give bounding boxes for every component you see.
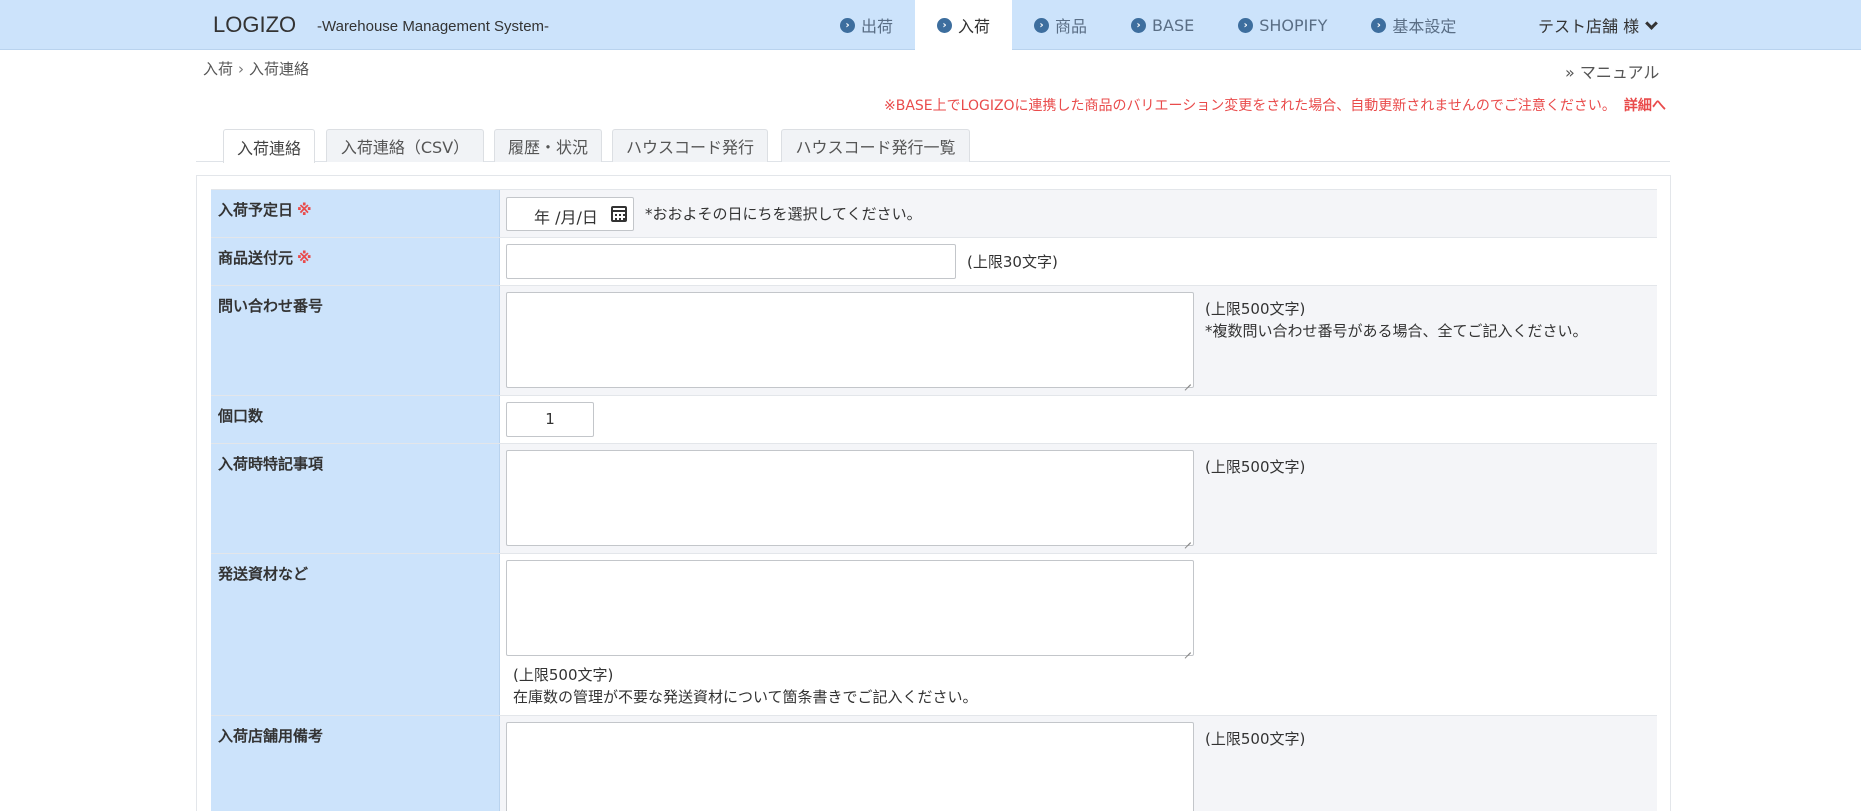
sender-label: 商品送付元 ※ xyxy=(211,238,500,285)
nav-item-label: SHOPIFY xyxy=(1259,15,1328,35)
tracking-textarea[interactable] xyxy=(506,292,1194,388)
nav-item-label: BASE xyxy=(1152,15,1195,35)
shipping-materials-cell: (上限500文字) 在庫数の管理が不要な発送資材について箇条書きでご記入ください… xyxy=(500,554,1657,715)
tracking-hint-limit: (上限500文字) xyxy=(1205,300,1306,318)
store-notes-cell: (上限500文字) xyxy=(500,716,1657,811)
base-notice: ※BASE上でLOGIZOに連携した商品のバリエーション変更をされた場合、自動更… xyxy=(884,95,1666,115)
app-logo[interactable]: LOGIZO xyxy=(213,12,296,38)
main-nav: › 出荷 › 入荷 › 商品 › BASE › SHOPIFY › 基本設定 xyxy=(818,0,1478,50)
notice-detail-link[interactable]: 詳細へ xyxy=(1624,98,1666,114)
resize-handle-icon[interactable] xyxy=(1183,807,1191,811)
arrival-date-input[interactable]: 年 /月/日 xyxy=(506,197,634,231)
tab-arrival-csv[interactable]: 入荷連絡（CSV） xyxy=(326,129,484,162)
app-subtitle: -Warehouse Management System- xyxy=(317,18,550,35)
store-notes-hint: (上限500文字) xyxy=(1205,730,1306,748)
form-row-tracking: 問い合わせ番号 (上限500文字) *複数問い合わせ番号がある場合、全てご記入く… xyxy=(211,286,1657,396)
breadcrumb-arrival[interactable]: 入荷 xyxy=(203,60,233,78)
nav-item-label: 基本設定 xyxy=(1392,17,1457,36)
tab-history-status[interactable]: 履歴・状況 xyxy=(494,129,602,162)
nav-item-label: 商品 xyxy=(1055,17,1088,36)
arrival-date-label: 入荷予定日 ※ xyxy=(211,190,500,237)
tracking-label: 問い合わせ番号 xyxy=(211,286,500,395)
notice-text: ※BASE上でLOGIZOに連携した商品のバリエーション変更をされた場合、自動更… xyxy=(884,98,1616,114)
form-row-store-notes: 入荷店舗用備考 (上限500文字) xyxy=(211,716,1657,811)
chevron-right-circle-icon: › xyxy=(937,17,953,33)
arrival-notes-textarea[interactable] xyxy=(506,450,1194,546)
shipping-materials-textarea[interactable] xyxy=(506,560,1194,656)
breadcrumb-separator-icon: › xyxy=(238,60,245,78)
nav-item-shipping[interactable]: › 出荷 xyxy=(818,0,915,50)
resize-handle-icon[interactable] xyxy=(1183,535,1191,543)
arrival-notes-label: 入荷時特記事項 xyxy=(211,444,500,553)
pieces-cell: 1 xyxy=(500,396,1657,443)
user-menu[interactable]: テスト店舗 様 xyxy=(1538,0,1658,50)
sender-label-text: 商品送付元 xyxy=(218,249,294,267)
nav-item-arrival[interactable]: › 入荷 xyxy=(915,0,1013,50)
sender-input[interactable] xyxy=(506,244,956,279)
tab-house-code-issue[interactable]: ハウスコード発行 xyxy=(612,129,768,162)
tab-bar: 入荷連絡 入荷連絡（CSV） 履歴・状況 ハウスコード発行 ハウスコード発行一覧 xyxy=(196,129,1670,163)
arrival-notes-cell: (上限500文字) xyxy=(500,444,1657,553)
breadcrumb-current: 入荷連絡 xyxy=(249,60,310,78)
shipping-materials-hint-note: 在庫数の管理が不要な発送資材について箇条書きでご記入ください。 xyxy=(513,688,978,706)
arrival-date-placeholder: 年 /月/日 xyxy=(534,208,598,227)
manual-link[interactable]: » マニュアル xyxy=(1565,59,1659,83)
required-mark: ※ xyxy=(297,201,312,219)
tracking-hint-note: *複数問い合わせ番号がある場合、全てご記入ください。 xyxy=(1205,322,1588,340)
resize-handle-icon[interactable] xyxy=(1183,645,1191,653)
arrival-date-cell: 年 /月/日 *おおよその日にちを選択してください。 xyxy=(500,190,1657,237)
arrival-notes-hint: (上限500文字) xyxy=(1205,458,1306,476)
sender-hint: (上限30文字) xyxy=(967,253,1058,271)
chevron-right-circle-icon: › xyxy=(1238,17,1254,33)
nav-item-shopify[interactable]: › SHOPIFY xyxy=(1216,0,1349,50)
chevron-right-circle-icon: › xyxy=(840,17,855,33)
top-header: LOGIZO -Warehouse Management System- › 出… xyxy=(0,0,1861,50)
form-row-arrival-date: 入荷予定日 ※ 年 /月/日 *おおよその日にちを選択してください。 xyxy=(211,189,1657,238)
tracking-cell: (上限500文字) *複数問い合わせ番号がある場合、全てご記入ください。 xyxy=(500,286,1657,395)
store-notes-textarea[interactable] xyxy=(506,722,1194,811)
breadcrumb: 入荷 › 入荷連絡 xyxy=(203,58,309,79)
chevron-right-circle-icon: › xyxy=(1131,17,1147,33)
tab-house-code-list[interactable]: ハウスコード発行一覧 xyxy=(781,129,970,162)
nav-item-base[interactable]: › BASE xyxy=(1109,0,1216,50)
pieces-label: 個口数 xyxy=(211,396,500,443)
form-row-pieces: 個口数 1 xyxy=(211,396,1657,444)
calendar-icon[interactable] xyxy=(611,206,627,222)
chevron-right-circle-icon: › xyxy=(1371,17,1387,33)
nav-item-products[interactable]: › 商品 xyxy=(1012,0,1109,50)
form-row-arrival-notes: 入荷時特記事項 (上限500文字) xyxy=(211,444,1657,554)
shipping-materials-label: 発送資材など xyxy=(211,554,500,715)
user-name: テスト店舗 様 xyxy=(1538,17,1640,36)
chevron-right-circle-icon: › xyxy=(1034,17,1050,33)
resize-handle-icon[interactable] xyxy=(1183,377,1191,385)
pieces-input[interactable]: 1 xyxy=(506,402,594,437)
required-mark: ※ xyxy=(297,249,312,267)
form-row-sender: 商品送付元 ※ (上限30文字) xyxy=(211,238,1657,286)
store-notes-label: 入荷店舗用備考 xyxy=(211,716,500,811)
chevron-down-icon xyxy=(1645,16,1658,30)
arrival-date-hint: *おおよその日にちを選択してください。 xyxy=(645,205,922,223)
sender-cell: (上限30文字) xyxy=(500,238,1657,285)
form-row-shipping-materials: 発送資材など (上限500文字) 在庫数の管理が不要な発送資材について箇条書きで… xyxy=(211,554,1657,716)
shipping-materials-hint-limit: (上限500文字) xyxy=(513,666,614,684)
tab-arrival-contact[interactable]: 入荷連絡 xyxy=(223,129,315,163)
arrival-date-label-text: 入荷予定日 xyxy=(218,201,294,219)
nav-item-label: 入荷 xyxy=(958,17,991,36)
nav-item-settings[interactable]: › 基本設定 xyxy=(1349,0,1478,50)
nav-item-label: 出荷 xyxy=(861,17,894,36)
